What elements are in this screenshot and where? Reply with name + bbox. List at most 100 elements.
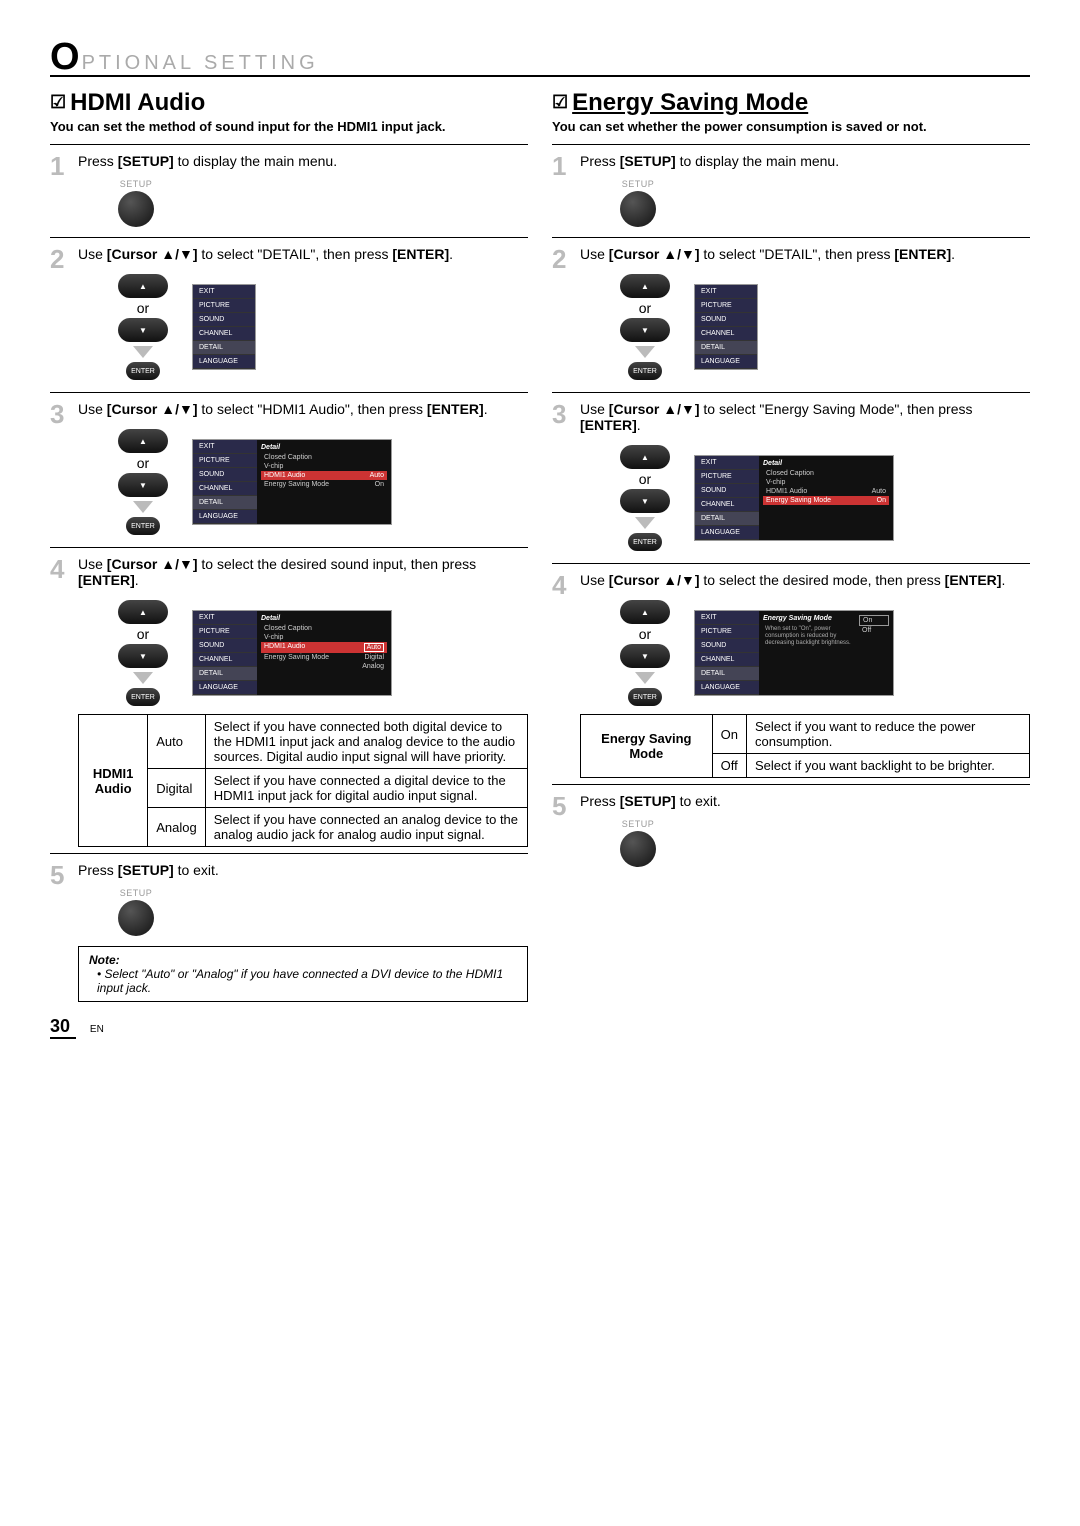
or-label: or xyxy=(118,300,168,316)
hdmi-options-table: HDMI1 Audio Auto Select if you have conn… xyxy=(78,714,528,847)
right-step-2: 2 Use [Cursor ▲/▼] to select "DETAIL", t… xyxy=(552,237,1030,386)
step-text: . xyxy=(637,417,641,433)
or-label: or xyxy=(620,300,670,316)
setup-button-graphic: SETUP xyxy=(118,179,154,227)
osd-row-selected: Energy Saving ModeOn xyxy=(763,496,889,505)
table-rowheader: Energy Saving Mode xyxy=(581,715,713,778)
osd-channel: CHANNEL xyxy=(193,653,257,667)
step-text: to select "DETAIL", then press xyxy=(198,246,393,262)
step-text: to exit. xyxy=(676,793,721,809)
step-text: Press xyxy=(78,153,118,169)
step-number: 1 xyxy=(50,153,70,231)
osd-menu: EXIT PICTURE SOUND CHANNEL DETAIL LANGUA… xyxy=(694,284,758,370)
table-cell: Off xyxy=(712,754,746,778)
table-rowheader: HDMI1 Audio xyxy=(79,715,148,847)
cursor-graphic: or ENTER xyxy=(620,598,670,708)
step-text: Use xyxy=(580,572,609,588)
step-text: Press xyxy=(580,153,620,169)
osd-sound: SOUND xyxy=(695,484,759,498)
right-column: ☑Energy Saving Mode You can set whether … xyxy=(552,89,1030,1002)
step-body: Press [SETUP] to display the main menu. … xyxy=(580,153,1030,231)
osd-picture: PICTURE xyxy=(193,299,255,313)
osd-detail: DETAIL xyxy=(193,496,257,510)
osd-sound: SOUND xyxy=(695,639,759,653)
osd-channel: CHANNEL xyxy=(193,482,257,496)
osd-channel: CHANNEL xyxy=(695,653,759,667)
osd-picture: PICTURE xyxy=(193,454,257,468)
cursor-graphic: or ENTER xyxy=(118,272,168,382)
step-body: Use [Cursor ▲/▼] to select "Energy Savin… xyxy=(580,401,1030,557)
step-text: Press xyxy=(78,862,118,878)
table-cell: Digital xyxy=(148,769,205,808)
step-number: 4 xyxy=(552,572,572,778)
osd-panel-title: Detail xyxy=(763,460,889,467)
table-cell: Select if you have connected a digital d… xyxy=(205,769,527,808)
section-header: O PTIONAL SETTING xyxy=(50,40,1030,77)
table-cell: Analog xyxy=(148,808,205,847)
step-body: Use [Cursor ▲/▼] to select the desired s… xyxy=(78,556,528,847)
setup-circle-icon xyxy=(620,191,656,227)
or-label: or xyxy=(620,471,670,487)
right-step-4: 4 Use [Cursor ▲/▼] to select the desired… xyxy=(552,563,1030,778)
osd-menu: EXIT PICTURE SOUND CHANNEL DETAIL LANGUA… xyxy=(192,284,256,370)
step-body: Press [SETUP] to exit. SETUP Note: Selec… xyxy=(78,862,528,1002)
right-step-3: 3 Use [Cursor ▲/▼] to select "Energy Sav… xyxy=(552,392,1030,557)
enter-key: [ENTER] xyxy=(580,417,637,433)
osd-sound: SOUND xyxy=(193,639,257,653)
step-number: 4 xyxy=(50,556,70,847)
cursor-down-icon xyxy=(620,644,670,668)
table-cell: Select if you want backlight to be brigh… xyxy=(746,754,1029,778)
right-step-1: 1 Press [SETUP] to display the main menu… xyxy=(552,144,1030,231)
setup-key: [SETUP] xyxy=(620,793,676,809)
osd-sound: SOUND xyxy=(193,468,257,482)
step-text: Use xyxy=(580,401,609,417)
setup-key: [SETUP] xyxy=(118,153,174,169)
table-row: Energy Saving Mode On Select if you want… xyxy=(581,715,1030,754)
osd-exit: EXIT xyxy=(695,285,757,299)
osd-detail-panel: EXIT PICTURE SOUND CHANNEL DETAIL LANGUA… xyxy=(192,610,392,696)
step-text: to select the desired mode, then press xyxy=(700,572,945,588)
osd-row: Closed Caption xyxy=(261,453,387,462)
header-rest: PTIONAL SETTING xyxy=(82,52,319,75)
cursor-down-icon xyxy=(118,473,168,497)
osd-channel: CHANNEL xyxy=(193,327,255,341)
enter-button-icon: ENTER xyxy=(126,517,160,535)
osd-language: LANGUAGE xyxy=(193,355,255,369)
left-column: ☑HDMI Audio You can set the method of so… xyxy=(50,89,528,1002)
step-body: Use [Cursor ▲/▼] to select "DETAIL", the… xyxy=(580,246,1030,386)
step-body: Press [SETUP] to display the main menu. … xyxy=(78,153,528,231)
table-cell: Auto xyxy=(148,715,205,769)
step-number: 2 xyxy=(50,246,70,386)
osd-row: HDMI1 AudioAuto xyxy=(763,487,889,496)
step-text: to select "HDMI1 Audio", then press xyxy=(198,401,427,417)
enter-key: [ENTER] xyxy=(945,572,1002,588)
arrow-down-icon xyxy=(635,346,655,358)
cursor-graphic: or ENTER xyxy=(118,598,168,708)
check-icon: ☑ xyxy=(552,92,568,112)
title-text: Energy Saving Mode xyxy=(572,89,808,116)
energy-title: ☑Energy Saving Mode xyxy=(552,89,1030,117)
osd-note-text: When set to "On", power consumption is r… xyxy=(763,624,855,650)
osd-picture: PICTURE xyxy=(695,470,759,484)
osd-exit: EXIT xyxy=(695,456,759,470)
enter-button-icon: ENTER xyxy=(628,688,662,706)
language-code: EN xyxy=(90,1024,104,1035)
step-body: Use [Cursor ▲/▼] to select "DETAIL", the… xyxy=(78,246,528,386)
step-text: . xyxy=(484,401,488,417)
osd-channel: CHANNEL xyxy=(695,498,759,512)
cursor-down-icon xyxy=(620,489,670,513)
step-text: . xyxy=(951,246,955,262)
cursor-up-icon xyxy=(620,600,670,624)
setup-label: SETUP xyxy=(118,179,154,189)
cursor-key: [Cursor ▲/▼] xyxy=(609,246,700,262)
step-text: Use xyxy=(78,401,107,417)
cursor-down-icon xyxy=(118,318,168,342)
hdmi-audio-title: ☑HDMI Audio xyxy=(50,89,528,117)
step-number: 2 xyxy=(552,246,572,386)
step-body: Use [Cursor ▲/▼] to select the desired m… xyxy=(580,572,1030,778)
setup-circle-icon xyxy=(620,831,656,867)
arrow-down-icon xyxy=(635,672,655,684)
or-label: or xyxy=(620,626,670,642)
setup-button-graphic: SETUP xyxy=(620,819,656,867)
left-step-3: 3 Use [Cursor ▲/▼] to select "HDMI1 Audi… xyxy=(50,392,528,541)
